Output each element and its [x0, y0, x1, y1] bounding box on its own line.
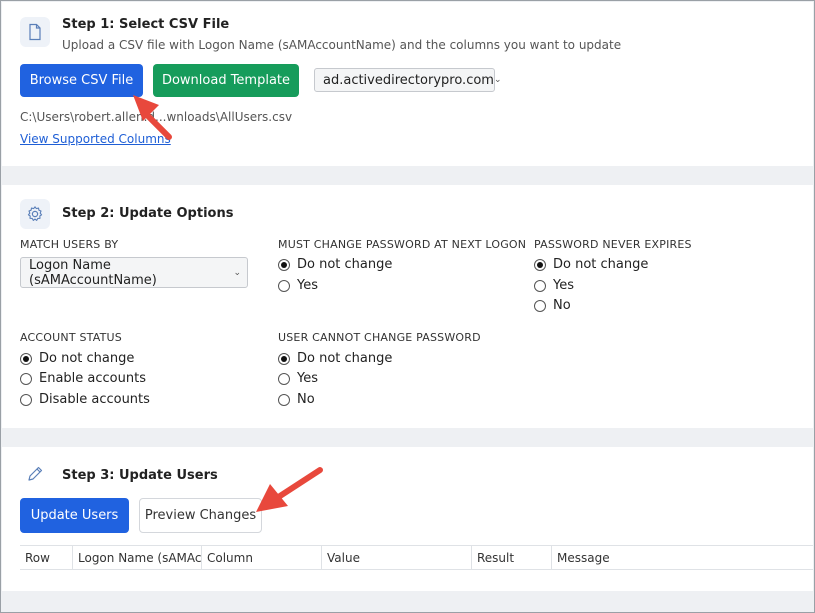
radio-label: Yes	[553, 278, 574, 293]
radio-label: No	[553, 298, 571, 313]
radio-button-checked[interactable]	[534, 258, 546, 271]
cannot-change-option-0[interactable]: Do not change	[278, 351, 392, 366]
radio-button[interactable]	[278, 393, 290, 406]
column-header[interactable]: Logon Name (sAMAccountName)	[72, 546, 201, 569]
account-status-option-1[interactable]: Enable accounts	[20, 371, 146, 386]
match-users-label: MATCH USERS BY	[20, 238, 119, 251]
radio-button[interactable]	[534, 299, 546, 312]
step2-panel: Step 2: Update Options MATCH USERS BY Lo…	[2, 185, 813, 428]
cannot-change-label: USER CANNOT CHANGE PASSWORD	[278, 331, 481, 344]
step3-title: Step 3: Update Users	[62, 468, 218, 483]
account-status-option-2[interactable]: Disable accounts	[20, 392, 150, 407]
must-change-option-1[interactable]: Yes	[278, 278, 318, 293]
gear-icon	[20, 199, 50, 229]
radio-label: Do not change	[553, 257, 649, 272]
cannot-change-option-2[interactable]: No	[278, 392, 315, 407]
column-header[interactable]: Column	[201, 546, 321, 569]
account-status-option-0[interactable]: Do not change	[20, 351, 134, 366]
cannot-change-option-1[interactable]: Yes	[278, 371, 318, 386]
results-table-header: Row Logon Name (sAMAccountName) Column V…	[20, 545, 813, 570]
radio-label: Yes	[297, 371, 318, 386]
never-expires-option-0[interactable]: Do not change	[534, 257, 648, 272]
step1-subtitle: Upload a CSV file with Logon Name (sAMAc…	[62, 38, 622, 52]
domain-select[interactable]: ad.activedirectorypro.com ⌄	[314, 68, 502, 92]
radio-button-checked[interactable]	[278, 352, 290, 365]
step2-title: Step 2: Update Options	[62, 206, 234, 221]
domain-select-value: ad.activedirectorypro.com	[323, 72, 494, 88]
never-expires-label: PASSWORD NEVER EXPIRES	[534, 238, 692, 251]
radio-label: Do not change	[297, 257, 393, 272]
radio-label: Do not change	[39, 351, 135, 366]
annotation-arrow-1	[133, 95, 172, 140]
chevron-down-icon: ⌄	[493, 75, 502, 85]
radio-button-checked[interactable]	[20, 352, 32, 365]
preview-changes-button[interactable]: Preview Changes	[139, 498, 262, 533]
step3-panel: Step 3: Update Users Update Users Previe…	[2, 447, 813, 591]
update-users-button[interactable]: Update Users	[20, 498, 129, 533]
column-header[interactable]: Row	[20, 546, 72, 569]
radio-label: No	[297, 392, 315, 407]
radio-button[interactable]	[278, 279, 290, 292]
must-change-option-0[interactable]: Do not change	[278, 257, 392, 272]
step1-title: Step 1: Select CSV File	[62, 17, 230, 32]
never-expires-option-2[interactable]: No	[534, 298, 571, 313]
match-users-select[interactable]: Logon Name (sAMAccountName) ⌄	[20, 257, 248, 288]
radio-button-checked[interactable]	[278, 258, 290, 271]
must-change-label: MUST CHANGE PASSWORD AT NEXT LOGON	[278, 238, 527, 251]
column-header[interactable]: Message	[551, 546, 813, 569]
match-users-value: Logon Name (sAMAccountName)	[29, 257, 157, 288]
column-header[interactable]: Value	[321, 546, 471, 569]
file-icon	[20, 17, 50, 47]
column-header[interactable]: Result	[471, 546, 551, 569]
annotation-arrow-2	[256, 467, 323, 512]
radio-label: Do not change	[297, 351, 393, 366]
radio-button[interactable]	[20, 372, 32, 385]
pencil-icon	[20, 459, 50, 489]
radio-button[interactable]	[278, 372, 290, 385]
account-status-label: ACCOUNT STATUS	[20, 331, 122, 344]
radio-label: Disable accounts	[39, 392, 150, 407]
radio-button[interactable]	[20, 393, 32, 406]
chevron-down-icon: ⌄	[233, 267, 241, 278]
radio-button[interactable]	[534, 279, 546, 292]
radio-label: Yes	[297, 278, 318, 293]
radio-label: Enable accounts	[39, 371, 146, 386]
step1-panel: Step 1: Select CSV File Upload a CSV fil…	[2, 2, 813, 166]
never-expires-option-1[interactable]: Yes	[534, 278, 574, 293]
